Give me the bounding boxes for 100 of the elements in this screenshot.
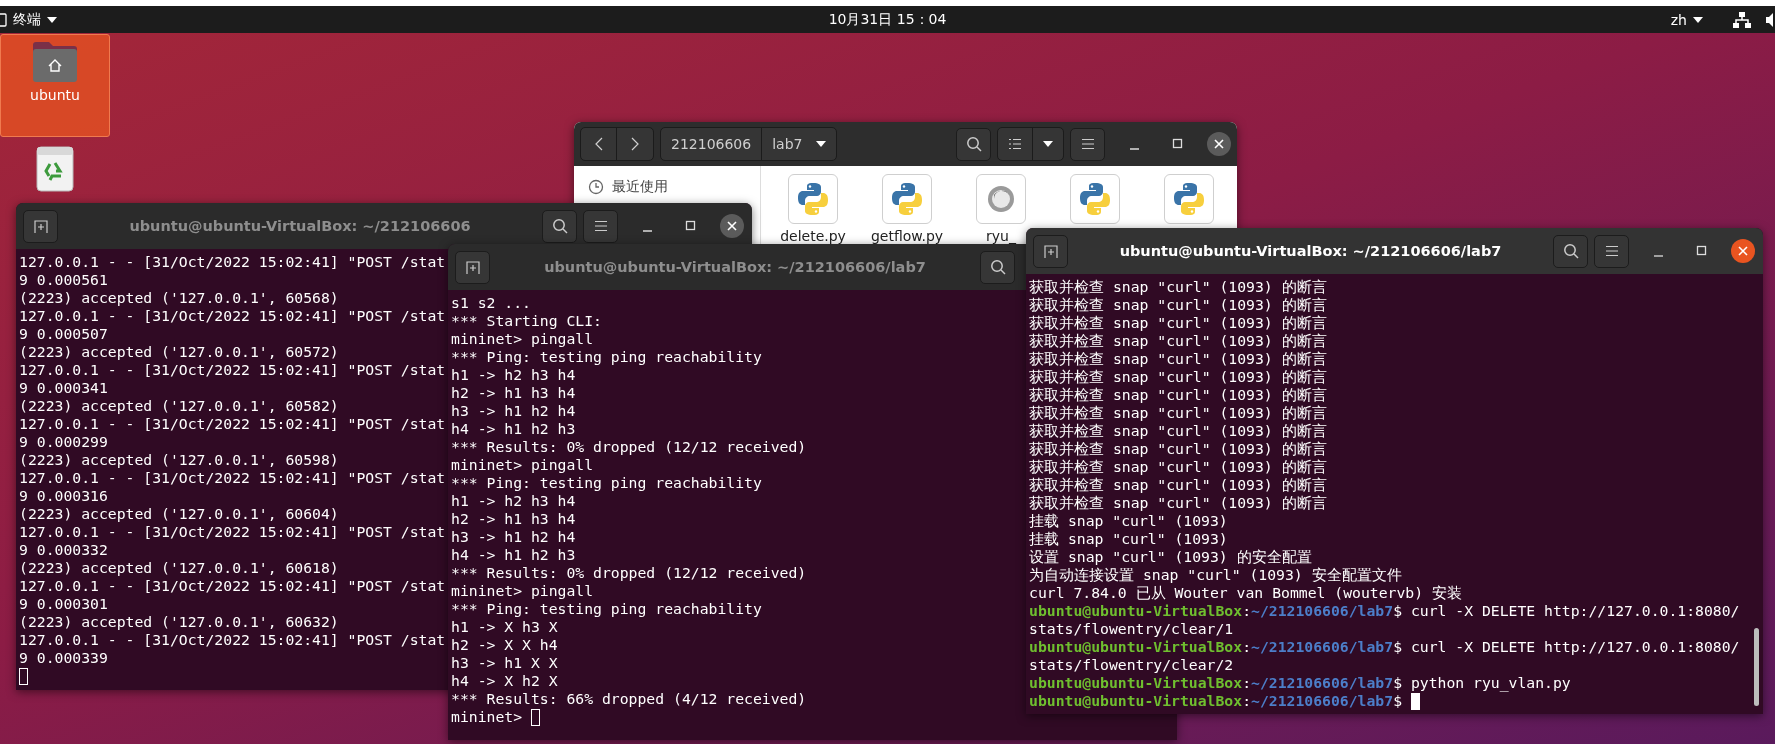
terminal-line: 获取并检查 snap "curl" (1093) 的断言	[1029, 404, 1327, 422]
terminal-line: mininet> pingall	[451, 330, 594, 348]
file-name[interactable]: delete.py	[780, 228, 846, 244]
desktop-icon[interactable]	[34, 145, 76, 195]
close-icon	[1738, 246, 1748, 256]
terminal-line: 获取并检查 snap "curl" (1093) 的断言	[1029, 440, 1327, 458]
python-file-icon	[882, 174, 932, 224]
terminal-line: 为自动连接设置 snap "curl" (1093) 安全配置文件	[1029, 566, 1402, 584]
terminal-line: 127.0.0.1 - - [31/Oct/2022 15:02:41] "POST /stat	[19, 361, 446, 379]
terminal-line: 9 0.000316	[19, 487, 108, 505]
terminal-line: h3 -> h1 h2 h4	[451, 402, 576, 420]
terminal-line: 127.0.0.1 - - [31/Oct/2022 15:02:41] "POST /stat	[19, 253, 446, 271]
terminal-line: 获取并检查 snap "curl" (1093) 的断言	[1029, 458, 1327, 476]
minimize-icon	[642, 230, 652, 232]
close-icon	[1214, 139, 1224, 149]
terminal-line: *** Ping: testing ping reachability	[451, 474, 762, 492]
terminal-line: (2223) accepted ('127.0.0.1', 60582)	[19, 397, 339, 415]
terminal-line: ubuntu@ubuntu-VirtualBox:~/212106606/lab7$ curl -X DELETE http://127.0.0.1:8080/	[1029, 602, 1740, 620]
terminal-line: 9 0.000341	[19, 379, 108, 397]
file-name[interactable]: getflow.py	[870, 228, 944, 244]
terminal-line: 获取并检查 snap "curl" (1093) 的断言	[1029, 314, 1327, 332]
menu-button[interactable]	[1070, 127, 1105, 161]
terminal-line: h2 -> h1 h3 h4	[451, 510, 576, 528]
terminal-line: (2223) accepted ('127.0.0.1', 60568)	[19, 289, 339, 307]
terminal-line: h4 -> X h2 X	[451, 672, 558, 690]
terminal-line: h4 -> h1 h2 h3	[451, 546, 576, 564]
terminal-line: h1 -> X h3 X	[451, 618, 558, 636]
menu-button[interactable]	[583, 209, 618, 243]
terminal-line: curl 7.84.0 已从 Wouter van Bommel (woutervb) 安装	[1029, 584, 1462, 602]
terminal-line: 挂载 snap "curl" (1093)	[1029, 512, 1228, 530]
terminal-line: 获取并检查 snap "curl" (1093) 的断言	[1029, 332, 1327, 350]
input-method[interactable]: zh	[1670, 11, 1687, 28]
chevron-left-icon	[594, 137, 603, 151]
terminal-line: 9 0.000332	[19, 541, 108, 559]
sidebar-item[interactable]: 最近使用	[612, 178, 668, 196]
terminal-line: *** Starting CLI:	[451, 312, 602, 330]
terminal-line: 127.0.0.1 - - [31/Oct/2022 15:02:41] "POST /stat	[19, 577, 446, 595]
terminal-line: 9 0.000301	[19, 595, 108, 613]
minimize-icon	[1653, 255, 1663, 257]
app-menu[interactable]: 终端	[13, 10, 41, 29]
search-button[interactable]	[956, 127, 991, 161]
terminal-line: 获取并检查 snap "curl" (1093) 的断言	[1029, 422, 1327, 440]
terminal-line: h3 -> h1 h2 h4	[451, 528, 576, 546]
window-title: ubuntu@ubuntu-VirtualBox: ~/212106606/lab7	[1118, 243, 1503, 259]
maximize-icon	[1172, 138, 1184, 150]
terminal-line: h1 -> h2 h3 h4	[451, 492, 576, 510]
search-icon	[989, 259, 1006, 275]
terminal-line: 获取并检查 snap "curl" (1093) 的断言	[1029, 476, 1327, 494]
new-tab-button[interactable]	[23, 209, 58, 243]
terminal-line: 127.0.0.1 - - [31/Oct/2022 15:02:41] "POST /stat	[19, 307, 446, 325]
scrollbar[interactable]	[1754, 628, 1759, 706]
close-button[interactable]	[1731, 239, 1755, 263]
terminal-line: 127.0.0.1 - - [31/Oct/2022 15:02:41] "POST /stat	[19, 631, 446, 649]
terminal-line: *** Results: 0% dropped (12/12 received)	[451, 438, 807, 456]
search-button[interactable]	[980, 250, 1015, 284]
terminal-line: 获取并检查 snap "curl" (1093) 的断言	[1029, 386, 1327, 404]
close-button[interactable]	[720, 214, 744, 238]
search-icon	[551, 218, 568, 234]
terminal-line: (2223) accepted ('127.0.0.1', 60604)	[19, 505, 339, 523]
python-file-icon	[788, 174, 838, 224]
dropdown-caret-icon	[1043, 141, 1053, 147]
terminal-line: 挂载 snap "curl" (1093)	[1029, 530, 1228, 548]
menu-icon	[1080, 138, 1095, 150]
terminal-line: stats/flowentry/clear/2	[1029, 656, 1234, 674]
clock-icon	[588, 179, 604, 195]
close-button[interactable]	[1207, 132, 1231, 156]
search-icon	[965, 136, 982, 152]
desktop-icon[interactable]: ubuntu	[0, 34, 110, 137]
terminal-line: ubuntu@ubuntu-VirtualBox:~/212106606/lab7$ python ryu_vlan.py	[1029, 674, 1571, 692]
terminal-line: 9 0.000561	[19, 271, 108, 289]
terminal-line: h4 -> h1 h2 h3	[451, 420, 576, 438]
terminal-line: *** Results: 0% dropped (12/12 received)	[451, 564, 807, 582]
menu-button[interactable]	[1594, 234, 1629, 268]
terminal-line: (2223) accepted ('127.0.0.1', 60618)	[19, 559, 339, 577]
new-tab-button[interactable]	[455, 250, 490, 284]
terminal-line: 获取并检查 snap "curl" (1093) 的断言	[1029, 278, 1327, 296]
terminal-line: 9 0.000339	[19, 649, 108, 667]
terminal-line: *** Results: 66% dropped (4/12 received)	[451, 690, 807, 708]
network-icon[interactable]	[1733, 11, 1751, 28]
clock[interactable]: 10月31日 15：04	[828, 10, 947, 29]
terminal-line: mininet> pingall	[451, 582, 594, 600]
terminal-line: 127.0.0.1 - - [31/Oct/2022 15:02:41] "POST /stat	[19, 415, 446, 433]
terminal-line: *** Ping: testing ping reachability	[451, 348, 762, 366]
python-file-icon	[1070, 174, 1120, 224]
window-title: ubuntu@ubuntu-VirtualBox: ~/212106606	[128, 218, 472, 234]
icon-label: ubuntu	[30, 87, 80, 103]
terminal-line: mininet>	[451, 708, 523, 726]
caret-icon	[47, 16, 57, 23]
terminal-line: (2223) accepted ('127.0.0.1', 60572)	[19, 343, 339, 361]
terminal-line: ubuntu@ubuntu-VirtualBox:~/212106606/lab7$ curl -X DELETE http://127.0.0.1:8080/	[1029, 638, 1740, 656]
dropdown-caret-icon	[815, 141, 826, 147]
terminal-line: 获取并检查 snap "curl" (1093) 的断言	[1029, 494, 1327, 512]
path-segment[interactable]: 212106606	[661, 128, 763, 160]
terminal-line: mininet> pingall	[451, 456, 594, 474]
search-icon	[1562, 243, 1579, 259]
path-segment[interactable]: lab7	[762, 128, 836, 160]
file-name[interactable]: ryu_	[986, 228, 1016, 244]
search-button[interactable]	[542, 209, 577, 243]
new-tab-button[interactable]	[1033, 234, 1068, 268]
search-button[interactable]	[1553, 234, 1588, 268]
